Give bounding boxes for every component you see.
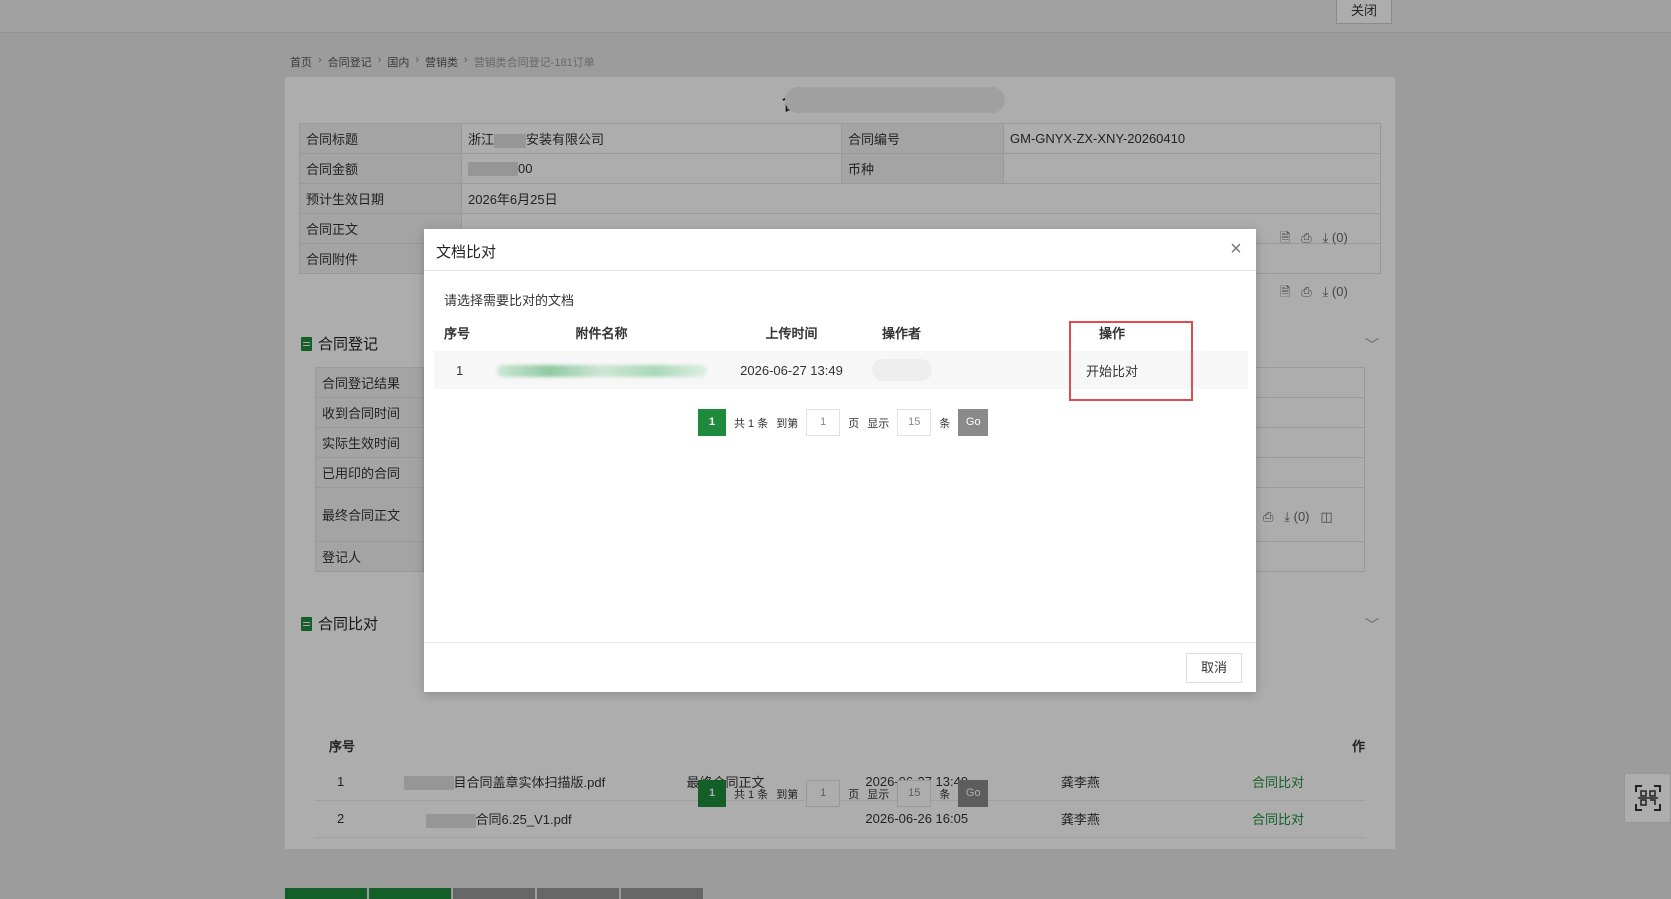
- col-operator: 操作者: [882, 326, 922, 341]
- col-name: 附件名称: [575, 326, 628, 341]
- dialog-title: 文档比对: [436, 244, 497, 261]
- document-compare-dialog: 文档比对 × 请选择需要比对的文档 序号 附件名称 上传时间 操作者 操作 1 …: [424, 229, 1256, 692]
- page-1-button[interactable]: 1: [698, 409, 726, 436]
- dialog-pager: 1 共 1 条 到第 1 页 显示 15 条 Go: [698, 409, 989, 436]
- col-no: 序号: [444, 326, 471, 341]
- dialog-footer: 取消: [424, 642, 1256, 692]
- page-size-input[interactable]: 15: [897, 409, 932, 436]
- close-icon[interactable]: ×: [1226, 239, 1246, 259]
- go-button[interactable]: Go: [958, 409, 989, 436]
- dialog-header: 文档比对 ×: [424, 229, 1256, 271]
- highlight-annotation: [1069, 321, 1193, 401]
- cancel-button[interactable]: 取消: [1186, 653, 1242, 683]
- attachment-name: [484, 351, 719, 389]
- page-input[interactable]: 1: [806, 409, 841, 436]
- operator-name: [864, 351, 964, 389]
- col-upload-time: 上传时间: [765, 326, 818, 341]
- dialog-hint: 请选择需要比对的文档: [444, 293, 575, 308]
